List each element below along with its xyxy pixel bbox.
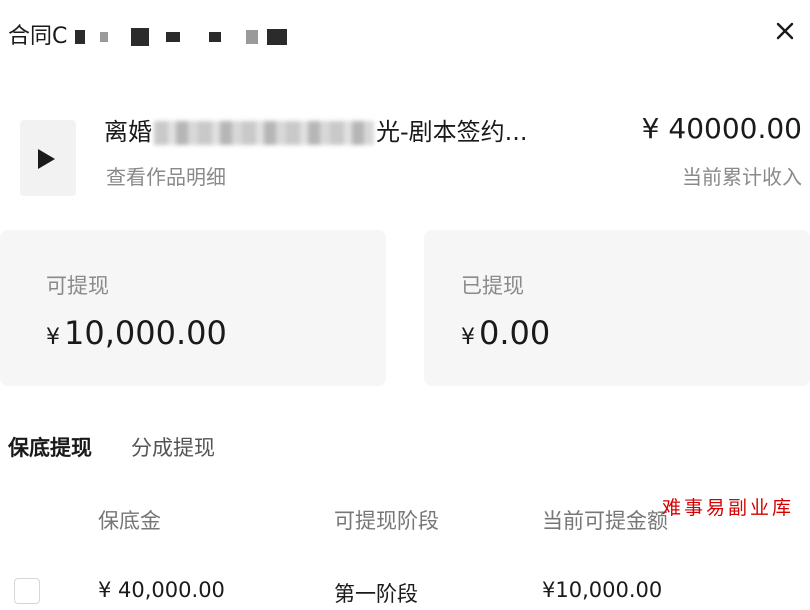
watermark-text: 难事易副业库 (662, 497, 795, 519)
work-title-blur (154, 121, 374, 145)
cell-amount: ¥10,000.00 (542, 578, 663, 602)
cell-stage: 第一阶段 (334, 582, 418, 606)
work-title: 离婚 光-剧本签约... (104, 112, 528, 147)
title-redaction (246, 30, 259, 44)
tab-share-withdraw[interactable]: 分成提现 (131, 432, 215, 462)
close-icon-glyph (776, 22, 794, 40)
title-redaction (209, 32, 222, 42)
title-redaction (100, 32, 109, 42)
close-icon[interactable] (772, 18, 798, 44)
column-header-amount: 当前可提金额 (542, 509, 668, 533)
withdrawn-amount: 0.00 (479, 314, 551, 352)
total-income-label: 当前累计收入 (682, 165, 802, 189)
dialog-title: 合同C (8, 18, 288, 50)
total-income-amount: ¥ 40000.00 (641, 112, 802, 145)
work-detail-link[interactable]: 查看作品明细 (106, 161, 226, 190)
tab-guarantee-withdraw[interactable]: 保底提现 (8, 432, 92, 462)
title-redaction (267, 29, 288, 45)
withdrawn-value: ¥0.00 (461, 314, 550, 352)
currency-symbol: ¥ (461, 325, 475, 350)
title-redaction (75, 30, 86, 44)
contract-withdraw-dialog: 合同C 离婚 光-剧本签约... 查看作品明细 ¥ 40000.00 当前累计收入… (0, 0, 810, 610)
work-title-end: 光-剧本签约... (376, 118, 528, 146)
withdrawable-amount: 10,000.00 (64, 314, 227, 352)
withdrawable-value: ¥10,000.00 (46, 314, 227, 352)
work-title-start: 离婚 (104, 118, 152, 146)
cell-guarantee: ¥ 40,000.00 (98, 578, 225, 602)
withdrawable-label: 可提现 (46, 274, 109, 298)
withdrawn-card: 已提现 ¥0.00 (424, 230, 810, 386)
dialog-title-text: 合同C (8, 24, 68, 49)
currency-symbol: ¥ (46, 325, 60, 350)
withdrawable-card: 可提现 ¥10,000.00 (0, 230, 386, 386)
column-header-guarantee: 保底金 (98, 509, 161, 533)
row-checkbox[interactable] (14, 578, 40, 604)
withdrawn-label: 已提现 (461, 274, 524, 298)
title-redaction (131, 28, 150, 46)
title-redaction (166, 32, 181, 42)
column-header-stage: 可提现阶段 (334, 509, 439, 533)
play-icon[interactable] (38, 149, 55, 169)
